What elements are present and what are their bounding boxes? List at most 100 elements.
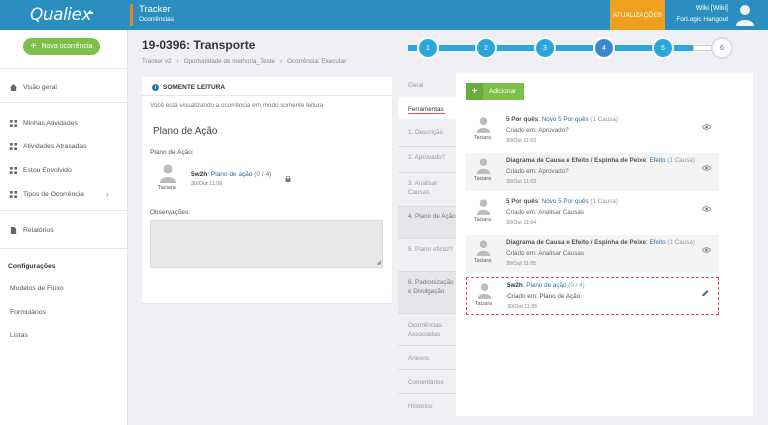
step-3[interactable]: 3 <box>534 37 556 59</box>
tool-user: Taciara <box>474 217 492 223</box>
tab-tools-label: Ferramentas <box>408 106 444 113</box>
sidebar-item-involved[interactable]: Estou Envolvido <box>10 167 72 174</box>
tool-count: (0 / 4) <box>568 282 585 289</box>
divider <box>142 95 392 96</box>
sidebar-item-lists[interactable]: Listas <box>10 332 28 339</box>
tool-item[interactable]: Taciara 5 Por quês: Novo 5 Por quês (1 C… <box>466 112 719 150</box>
tool-item-selected[interactable]: Taciara 5w2h: Plano de ação (0 / 4) Cria… <box>466 277 719 315</box>
user-avatar-icon <box>477 283 492 299</box>
tool-created: Criado em: Aprovado? <box>506 127 569 134</box>
eye-icon[interactable] <box>702 205 711 213</box>
tab-comments[interactable]: Comentários <box>398 369 456 393</box>
sidebar-item-flow-models[interactable]: Modelos de Fluxo <box>10 285 64 292</box>
grid-icon <box>10 167 17 174</box>
tool-link[interactable]: Plano de ação <box>526 282 566 289</box>
pencil-icon[interactable] <box>701 289 710 297</box>
plan-date: 30/Out 11:06 <box>191 181 223 187</box>
tool-count: (1 Causa) <box>590 116 619 123</box>
resize-handle-icon[interactable]: ◢ <box>376 259 381 266</box>
breadcrumb-item[interactable]: Oportunidade de melhoria_Teste <box>184 58 275 65</box>
module-title[interactable]: Tracker <box>139 4 171 15</box>
step-6[interactable]: 6 <box>711 37 733 59</box>
tool-name: 5w2h <box>507 282 523 289</box>
breadcrumb-item[interactable]: Tracker v2 <box>142 58 172 65</box>
tab-step-1[interactable]: 1. Descrição <box>398 128 456 146</box>
tab-step-2[interactable]: 2. Aprovado? <box>398 146 456 172</box>
user-avatar-icon <box>476 240 491 256</box>
tool-link[interactable]: Novo 5 Por quês <box>542 198 589 205</box>
module-accent-bar <box>130 4 133 26</box>
app-logo[interactable]: Qualiex <box>30 5 92 25</box>
tool-link[interactable]: Novo 5 Por quês <box>542 116 589 123</box>
tool-item[interactable]: Taciara Diagrama de Causa e Efeito / Esp… <box>466 153 719 191</box>
tools-panel: + Adicionar Taciara 5 Por quês: Novo 5 P… <box>456 73 753 416</box>
tool-date: 30/Out 11:06 <box>507 304 538 310</box>
sidebar-item-my-activities[interactable]: Minhas Atividades <box>10 120 78 127</box>
tab-step-4[interactable]: 4. Plano de Ação <box>398 206 456 238</box>
tab-underline <box>408 113 445 114</box>
readonly-card: i SOMENTE LEITURA Você está visualizando… <box>142 77 392 303</box>
tool-item[interactable]: Taciara Diagrama de Causa e Efeito / Esp… <box>466 235 719 273</box>
tool-name: 5 Por quês <box>506 198 539 205</box>
sidebar-item-label: Relatórios <box>23 227 54 234</box>
new-occurrence-button[interactable]: + Nova ocorrência <box>23 38 100 55</box>
tool-name: 5 Por quês <box>506 116 539 123</box>
plus-icon: + <box>30 41 37 52</box>
top-bar: Qualiex Tracker Ocorrências ATUALIZAÇÕES… <box>0 0 768 30</box>
document-icon <box>10 227 17 234</box>
tool-count: (1 Causa) <box>590 198 619 205</box>
eye-icon[interactable] <box>702 246 711 254</box>
breadcrumb-separator: › <box>176 58 179 65</box>
sidebar-item-label: Visão geral <box>23 84 57 91</box>
grid-icon <box>10 120 17 127</box>
tab-step-3[interactable]: 3. Analisar Causas <box>398 172 456 206</box>
updates-button[interactable]: ATUALIZAÇÕES <box>610 0 665 30</box>
tab-associated[interactable]: Ocorrências Associadas <box>398 313 456 345</box>
tab-history[interactable]: Histórico <box>398 393 456 416</box>
eye-icon[interactable] <box>702 164 711 172</box>
sidebar-item-forms[interactable]: Formulários <box>10 309 46 316</box>
sidebar-item-occurrence-types[interactable]: Tipos de Ocorrência <box>10 191 84 198</box>
divider <box>0 102 128 103</box>
sidebar-item-reports[interactable]: Relatórios <box>10 227 54 234</box>
tool-item[interactable]: Taciara 5 Por quês: Novo 5 Por quês (1 C… <box>466 194 719 232</box>
user-avatar-icon[interactable] <box>734 3 756 27</box>
tab-attachments[interactable]: Anexos <box>398 345 456 369</box>
logo-dash <box>88 12 93 14</box>
sidebar-item-overview[interactable]: Visão geral <box>10 84 57 91</box>
info-icon: i <box>152 84 159 91</box>
chevron-right-icon[interactable]: › <box>106 190 109 199</box>
tab-general[interactable]: Geral <box>398 81 456 97</box>
breadcrumb-item: Ocorrência: Executar <box>287 58 347 65</box>
add-tool-button[interactable]: + Adicionar <box>466 83 524 100</box>
module-subtitle[interactable]: Ocorrências <box>139 16 174 23</box>
step-5[interactable]: 5 <box>652 37 674 59</box>
page-title: 19-0396: Transporte <box>142 38 256 52</box>
tool-name: Diagrama de Causa e Efeito / Espinha de … <box>506 239 646 246</box>
tab-tools[interactable]: Ferramentas <box>398 97 456 119</box>
tab-step-6[interactable]: 6. Padronização e Divulgação <box>398 271 456 313</box>
observations-field[interactable]: ◢ <box>150 220 383 268</box>
readonly-heading-text: SOMENTE LEITURA <box>163 84 226 91</box>
tool-count: (1 Causa) <box>667 239 695 246</box>
breadcrumb: Tracker v2 › Oportunidade de melhoria_Te… <box>142 58 346 65</box>
plan-label: Plano de Ação: <box>150 149 194 156</box>
tab-step-5[interactable]: 5. Plano eficaz? <box>398 238 456 271</box>
plan-link[interactable]: Plano de ação <box>211 171 253 178</box>
tool-link[interactable]: Efeito <box>649 157 665 164</box>
grid-icon <box>10 143 17 150</box>
tool-title: 5 Por quês: Novo 5 Por quês (1 Causa) <box>506 116 619 123</box>
user-org[interactable]: ForLogic Hangout <box>676 16 728 23</box>
step-2[interactable]: 2 <box>475 37 497 59</box>
user-name[interactable]: Wiki [Wiki] <box>696 5 728 12</box>
plan-item[interactable]: 5w2h: Plano de ação (0 / 4) <box>191 171 271 178</box>
tool-date: 30/Out 11:03 <box>506 138 537 144</box>
step-1[interactable]: 1 <box>417 37 439 59</box>
plus-icon: + <box>466 83 483 100</box>
readonly-heading: i SOMENTE LEITURA <box>152 84 225 91</box>
step-4[interactable]: 4 <box>593 37 615 59</box>
eye-icon[interactable] <box>702 123 711 131</box>
tool-link[interactable]: Efeito <box>649 239 665 246</box>
sidebar-item-late-activities[interactable]: Atividades Atrasadas <box>10 143 86 150</box>
tool-count: (1 Causa) <box>667 157 695 164</box>
